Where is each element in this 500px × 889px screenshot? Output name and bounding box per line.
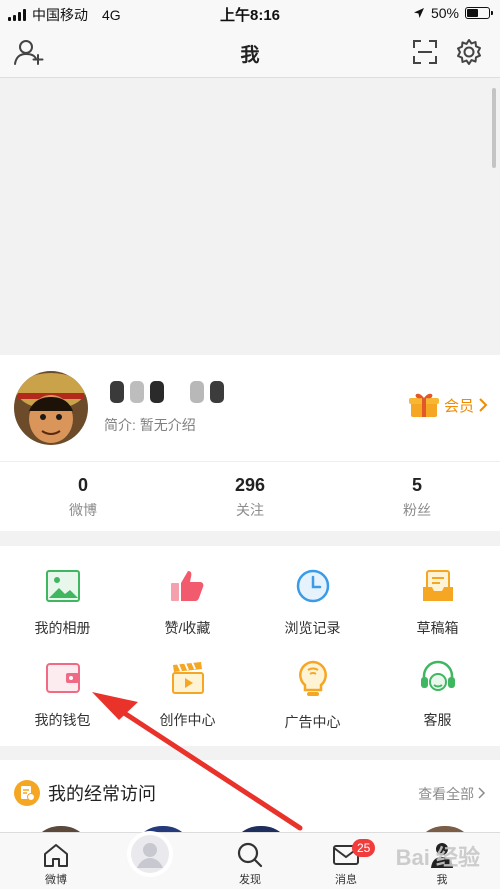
home-icon — [44, 844, 68, 867]
wallet-icon — [45, 663, 80, 693]
stat-label: 微博 — [69, 502, 97, 518]
grid-item-drafts[interactable]: 草稿箱 — [375, 546, 500, 638]
watermark: Bai 经验 — [395, 845, 480, 870]
settings-icon — [457, 39, 481, 65]
grid-item-wallet[interactable]: 我的钱包 — [0, 638, 125, 730]
stat-label: 关注 — [236, 502, 264, 518]
tab-discover[interactable]: 发现 — [200, 833, 300, 889]
stat-following[interactable]: 296 关注 — [190, 475, 310, 520]
grid-label: 客服 — [423, 712, 452, 728]
stat-label: 粉丝 — [403, 502, 431, 518]
username-redacted — [110, 381, 224, 403]
battery-percent: 50% — [430, 5, 459, 21]
message-badge: 25 — [352, 839, 376, 857]
stat-followers[interactable]: 5 粉丝 — [357, 475, 477, 520]
vip-button[interactable]: 会员 — [408, 391, 488, 419]
tab-label: 微博 — [45, 874, 67, 886]
avatar[interactable] — [14, 371, 88, 445]
compose-icon — [131, 835, 169, 873]
nav-bar: 我 — [0, 26, 500, 78]
stat-value: 296 — [234, 475, 266, 495]
drafts-icon — [422, 570, 453, 601]
content-placeholder — [0, 79, 500, 355]
stat-value: 5 — [411, 475, 422, 495]
grid-label: 我的钱包 — [34, 712, 91, 728]
divider — [0, 461, 500, 462]
ads-icon — [298, 660, 327, 696]
frequent-title: 我的经常访问 — [48, 784, 156, 804]
scan-button[interactable] — [408, 36, 442, 68]
feature-grid: 我的相册 赞/收藏 浏览记录 草稿箱 我的钱包 创作中心 广告中心 客服 — [0, 546, 500, 746]
grid-item-creator[interactable]: 创作中心 — [125, 638, 250, 730]
creator-icon — [171, 661, 204, 694]
scan-icon — [413, 40, 437, 64]
grid-label: 赞/收藏 — [164, 620, 211, 636]
grid-item-album[interactable]: 我的相册 — [0, 546, 125, 638]
album-icon — [45, 570, 80, 602]
support-icon — [420, 660, 455, 691]
grid-item-support[interactable]: 客服 — [375, 638, 500, 730]
stat-value: 0 — [77, 475, 88, 495]
profile-card[interactable]: 简介: 暂无介绍 会员 0 微博 296 关注 5 粉丝 — [0, 355, 500, 531]
tab-home[interactable]: 微博 — [6, 833, 106, 889]
scrollbar[interactable] — [492, 88, 496, 168]
view-all-label: 查看全部 — [418, 786, 475, 802]
grid-label: 广告中心 — [284, 714, 341, 730]
vip-label: 会员 — [443, 397, 474, 415]
location-icon — [413, 8, 424, 18]
vip-icon — [408, 393, 439, 417]
chevron-right-icon — [479, 398, 488, 412]
grid-item-history[interactable]: 浏览记录 — [250, 546, 375, 638]
frequent-icon — [14, 780, 40, 806]
tab-label: 消息 — [335, 874, 357, 886]
tab-label: 发现 — [239, 874, 261, 886]
grid-item-ads[interactable]: 广告中心 — [250, 638, 375, 730]
grid-label: 草稿箱 — [416, 620, 459, 636]
tab-messages[interactable]: 消息 — [296, 833, 396, 889]
grid-label: 创作中心 — [159, 712, 216, 728]
like-icon — [170, 571, 203, 601]
frequent-visits: 我的经常访问 查看全部 — [0, 760, 500, 856]
status-bar: 中国移动 4G 上午8:16 50% — [0, 0, 500, 26]
settings-button[interactable] — [452, 36, 486, 68]
chevron-right-icon — [478, 787, 486, 799]
grid-label: 我的相册 — [34, 620, 91, 636]
grid-label: 浏览记录 — [284, 620, 341, 636]
view-all-link[interactable]: 查看全部 — [418, 784, 486, 804]
grid-item-likes[interactable]: 赞/收藏 — [125, 546, 250, 638]
compose-button[interactable] — [127, 831, 173, 877]
stat-weibo[interactable]: 0 微博 — [23, 475, 143, 520]
avatar-image — [14, 371, 88, 445]
battery-icon — [465, 7, 493, 19]
tab-label: 我 — [436, 874, 448, 886]
history-icon — [296, 569, 329, 603]
bio-text: 简介: 暂无介绍 — [104, 417, 196, 433]
search-icon — [237, 842, 263, 868]
